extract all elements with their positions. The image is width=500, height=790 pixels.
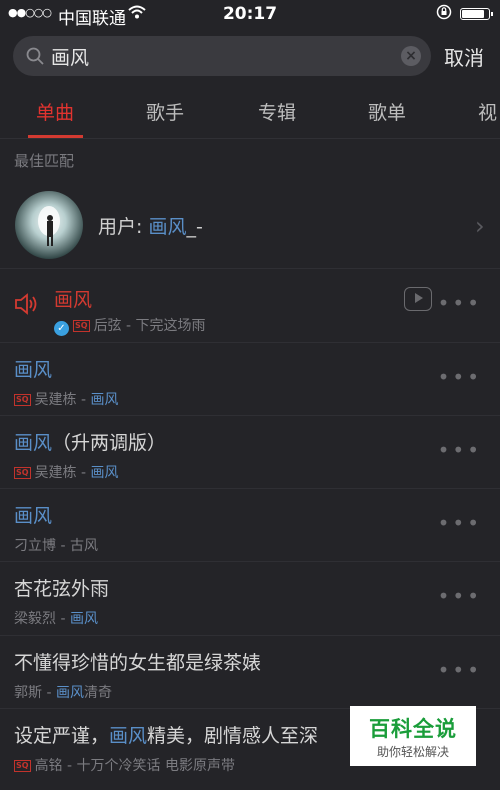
song-title-highlight: 画风 bbox=[14, 505, 53, 527]
song-album-highlight: 画风 bbox=[55, 685, 84, 701]
song-title: 画风 bbox=[14, 501, 52, 528]
more-options-icon[interactable]: ••• bbox=[438, 291, 482, 315]
sq-badge: SQ bbox=[14, 760, 31, 772]
more-options-icon[interactable]: ••• bbox=[438, 658, 482, 682]
song-title-rest: （升两调版） bbox=[52, 432, 167, 454]
song-title: 不懂得珍惜的女生都是绿茶婊 bbox=[14, 648, 261, 675]
search-icon bbox=[25, 46, 45, 66]
speaker-playing-icon bbox=[14, 291, 40, 317]
more-options-icon[interactable]: ••• bbox=[438, 438, 482, 462]
battery-level bbox=[462, 10, 484, 18]
more-options-icon[interactable]: ••• bbox=[438, 511, 482, 535]
song-title: 画风（升两调版） bbox=[14, 428, 166, 455]
song-row[interactable]: 画风 SQ 吴建栋 - 画风 ••• bbox=[0, 342, 500, 415]
sq-badge: SQ bbox=[14, 467, 31, 479]
song-artist: 高铭 bbox=[34, 758, 63, 774]
song-subtitle: 梁毅烈 - 画风 bbox=[14, 608, 98, 628]
search-input[interactable] bbox=[51, 36, 391, 76]
best-match-user-label: 用户: 画风_- bbox=[98, 212, 203, 239]
sq-badge: SQ bbox=[73, 320, 90, 332]
more-options-icon[interactable]: ••• bbox=[438, 365, 482, 389]
separator: - bbox=[62, 758, 77, 774]
separator: - bbox=[42, 685, 56, 701]
song-subtitle: SQ 吴建栋 - 画风 bbox=[14, 389, 119, 409]
song-title-text: 不懂得珍惜的女生都是绿茶婊 bbox=[14, 652, 262, 674]
song-row[interactable]: 不懂得珍惜的女生都是绿茶婊 郭斯 - 画风清奇 ••• bbox=[0, 635, 500, 708]
status-bar: ●●○○○ 中国联通 20:17 bbox=[0, 0, 500, 30]
song-title: 画风 bbox=[14, 355, 52, 382]
category-tabs: 单曲 歌手 专辑 歌单 视 bbox=[0, 92, 500, 139]
song-row[interactable]: 画风（升两调版） SQ 吴建栋 - 画风 ••• bbox=[0, 415, 500, 488]
song-artist: 后弦 bbox=[93, 318, 122, 334]
song-album: 画风 bbox=[90, 392, 119, 408]
song-subtitle: 郭斯 - 画风清奇 bbox=[14, 682, 112, 702]
song-row[interactable]: 画风 刁立博 - 古风 ••• bbox=[0, 488, 500, 561]
song-artist: 吴建栋 bbox=[34, 465, 77, 481]
song-title-text: 杏花弦外雨 bbox=[14, 578, 110, 600]
song-album: 十万个冷笑话 电影原声带 bbox=[76, 758, 235, 774]
user-name-highlight: 画风 bbox=[148, 216, 187, 238]
song-row[interactable]: 杏花弦外雨 梁毅烈 - 画风 ••• bbox=[0, 561, 500, 635]
watermark-title: 百科全说 bbox=[369, 717, 457, 741]
song-artist: 吴建栋 bbox=[34, 392, 77, 408]
separator: - bbox=[76, 465, 91, 481]
tab-videos[interactable]: 视 bbox=[478, 98, 497, 125]
song-album: 下完这场雨 bbox=[135, 318, 206, 334]
separator: - bbox=[56, 538, 70, 554]
chevron-right-icon: › bbox=[475, 212, 485, 240]
song-title-rest: 精美，剧情感人至深 bbox=[147, 725, 319, 747]
song-artist: 刁立博 bbox=[14, 538, 56, 554]
separator: - bbox=[76, 392, 91, 408]
tab-albums[interactable]: 专辑 bbox=[258, 98, 296, 125]
watermark-logo: 百科全说 助你轻松解决 bbox=[350, 706, 476, 766]
active-tab-indicator bbox=[28, 135, 83, 138]
song-album: 画风 bbox=[69, 611, 98, 627]
mv-play-icon[interactable] bbox=[404, 287, 432, 311]
song-subtitle: 刁立博 - 古风 bbox=[14, 535, 98, 555]
avatar bbox=[15, 191, 83, 259]
cancel-button[interactable]: 取消 bbox=[444, 42, 484, 71]
clock: 20:17 bbox=[222, 4, 278, 24]
separator: - bbox=[56, 611, 70, 627]
song-subtitle: ✓ SQ 后弦 - 下完这场雨 bbox=[54, 315, 206, 336]
tab-playlists[interactable]: 歌单 bbox=[368, 98, 406, 125]
verified-check-icon: ✓ bbox=[54, 321, 69, 336]
battery-icon bbox=[460, 8, 493, 20]
song-title-text: 设定严谨， bbox=[14, 725, 110, 747]
best-match-user-row[interactable]: 用户: 画风_- › bbox=[0, 186, 500, 268]
song-artist: 梁毅烈 bbox=[14, 611, 56, 627]
more-options-icon[interactable]: ••• bbox=[438, 584, 482, 608]
song-album: 画风 bbox=[90, 465, 119, 481]
song-row[interactable]: 画风 ✓ SQ 后弦 - 下完这场雨 ••• bbox=[0, 268, 500, 342]
song-title-highlight: 画风 bbox=[14, 359, 53, 381]
song-title-highlight: 画风 bbox=[14, 432, 53, 454]
song-title-highlight: 画风 bbox=[109, 725, 148, 747]
song-subtitle: SQ 吴建栋 - 画风 bbox=[14, 462, 119, 482]
best-match-heading: 最佳匹配 bbox=[14, 152, 75, 170]
song-subtitle: SQ 高铭 - 十万个冷笑话 电影原声带 bbox=[14, 755, 235, 775]
song-artist: 郭斯 bbox=[14, 685, 42, 701]
clear-search-icon[interactable]: × bbox=[401, 46, 421, 66]
song-title: 杏花弦外雨 bbox=[14, 574, 109, 601]
watermark-subtitle: 助你轻松解决 bbox=[376, 745, 449, 759]
rotation-lock-icon bbox=[436, 4, 452, 24]
song-title-highlight: 画风 bbox=[54, 289, 93, 311]
sq-badge: SQ bbox=[14, 394, 31, 406]
search-bar[interactable]: × bbox=[13, 36, 431, 76]
tab-artists[interactable]: 歌手 bbox=[146, 98, 184, 125]
user-name-rest: _- bbox=[186, 216, 203, 238]
song-title: 设定严谨，画风精美，剧情感人至深 bbox=[14, 721, 318, 748]
separator: - bbox=[121, 318, 136, 334]
song-title: 画风 bbox=[54, 285, 92, 312]
song-album: 古风 bbox=[69, 538, 98, 554]
song-album-rest: 清奇 bbox=[83, 685, 112, 701]
user-prefix: 用户: bbox=[98, 216, 149, 238]
tab-songs[interactable]: 单曲 bbox=[36, 98, 74, 125]
